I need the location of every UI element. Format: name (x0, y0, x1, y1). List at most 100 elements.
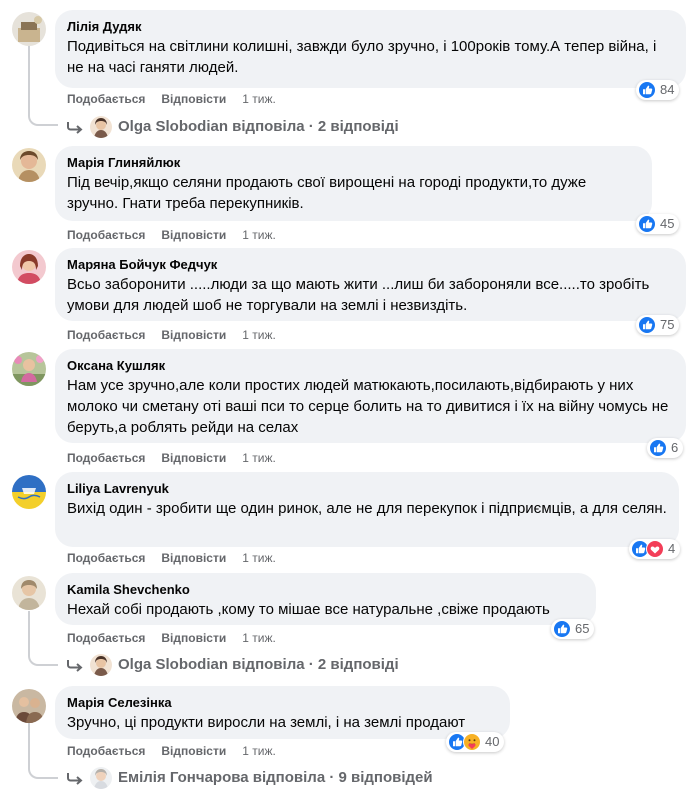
comment-author[interactable]: Марія Селезінка (67, 694, 498, 711)
comment-bubble: Марія Глиняйлюк Під вечір,якщо селяни пр… (55, 146, 652, 221)
replier-avatar (90, 116, 112, 138)
comment-timestamp[interactable]: 1 тиж. (242, 630, 276, 646)
view-replies-link[interactable]: Olga Slobodian відповіла · 2 відповіді (66, 654, 399, 676)
reaction-summary[interactable]: 84 (636, 80, 680, 100)
reply-arrow-icon (67, 122, 83, 134)
like-link[interactable]: Подобається (67, 227, 145, 243)
avatar-photo (12, 352, 46, 386)
reaction-count: 6 (671, 440, 679, 455)
reaction-summary[interactable]: 40 (446, 732, 505, 752)
view-replies-link[interactable]: Емілія Гончарова відповіла · 9 відповіде… (66, 767, 433, 789)
comment-actions: Подобається Відповісти 1 тиж. (67, 550, 276, 566)
like-link[interactable]: Подобається (67, 550, 145, 566)
like-link[interactable]: Подобається (67, 630, 145, 646)
comment-text: Всьо заборонити .....люди за що мають жи… (67, 276, 650, 314)
comment-bubble: Kamila Shevchenko Нехай собі продають ,к… (55, 573, 596, 625)
reply-arrow-icon (67, 660, 83, 672)
avatar-photo (12, 689, 46, 723)
avatar-photo (12, 12, 46, 46)
thread-connector (28, 112, 58, 126)
reaction-count: 75 (660, 317, 675, 332)
comment-text: Нехай собі продають ,кому то мішае все н… (67, 601, 550, 618)
avatar[interactable] (12, 352, 46, 386)
comment-timestamp[interactable]: 1 тиж. (242, 743, 276, 759)
reply-link[interactable]: Відповісти (161, 550, 226, 566)
comment-bubble: Оксана Кушляк Нам усе зручно,але коли пр… (55, 349, 686, 443)
avatar[interactable] (12, 250, 46, 284)
replies-summary: Емілія Гончарова відповіла · 9 відповіде… (118, 769, 433, 786)
like-reaction-icon (553, 620, 571, 638)
comment-timestamp[interactable]: 1 тиж. (242, 227, 276, 243)
reply-link[interactable]: Відповісти (161, 630, 226, 646)
reaction-count: 40 (485, 734, 500, 749)
comment-bubble: Liliya Lavrenyuk Вихід один - зробити ще… (55, 472, 679, 547)
comment-actions: Подобається Відповісти 1 тиж. (67, 630, 276, 646)
avatar-photo (12, 475, 46, 509)
reaction-count: 65 (575, 621, 590, 636)
comment-author[interactable]: Марія Глиняйлюк (67, 154, 640, 171)
comment-text: Вихід один - зробити ще один ринок, але … (67, 500, 667, 517)
reaction-count: 45 (660, 216, 675, 231)
avatar-photo (12, 250, 46, 284)
avatar[interactable] (12, 689, 46, 723)
thread-connector (28, 652, 58, 666)
comment-author[interactable]: Liliya Lavrenyuk (67, 480, 667, 497)
comment-author[interactable]: Маряна Бойчук Федчук (67, 256, 674, 273)
replier-avatar (90, 654, 112, 676)
comment-actions: Подобається Відповісти 1 тиж. (67, 227, 276, 243)
like-reaction-icon (638, 81, 656, 99)
replier-avatar (90, 767, 112, 789)
like-link[interactable]: Подобається (67, 450, 145, 466)
comment-author[interactable]: Лілія Дудяк (67, 18, 674, 35)
avatar[interactable] (12, 576, 46, 610)
comment-text: Зручно, ці продукти виросли на землі, і … (67, 714, 466, 731)
avatar-photo (12, 576, 46, 610)
view-replies-link[interactable]: Olga Slobodian відповіла · 2 відповіді (66, 116, 399, 138)
avatar[interactable] (12, 475, 46, 509)
love-reaction-icon (646, 540, 664, 558)
reply-link[interactable]: Відповісти (161, 327, 226, 343)
like-link[interactable]: Подобається (67, 91, 145, 107)
comment-actions: Подобається Відповісти 1 тиж. (67, 450, 276, 466)
reaction-summary[interactable]: 4 (629, 539, 681, 559)
care-reaction-icon (463, 733, 481, 751)
comment-actions: Подобається Відповісти 1 тиж. (67, 743, 276, 759)
reply-link[interactable]: Відповісти (161, 743, 226, 759)
comment-bubble: Маряна Бойчук Федчук Всьо заборонити ...… (55, 248, 686, 321)
thread-line (28, 723, 30, 765)
reply-link[interactable]: Відповісти (161, 227, 226, 243)
reply-link[interactable]: Відповісти (161, 91, 226, 107)
comment-text: Подивіться на світлини колишні, завжди б… (67, 38, 657, 76)
comment-timestamp[interactable]: 1 тиж. (242, 450, 276, 466)
reaction-summary[interactable]: 45 (636, 214, 680, 234)
comment-author[interactable]: Оксана Кушляк (67, 357, 674, 374)
replies-summary: Olga Slobodian відповіла · 2 відповіді (118, 656, 399, 673)
avatar[interactable] (12, 148, 46, 182)
reply-link[interactable]: Відповісти (161, 450, 226, 466)
comment-author[interactable]: Kamila Shevchenko (67, 581, 584, 598)
comment-bubble: Марія Селезінка Зручно, ці продукти виро… (55, 686, 510, 739)
like-link[interactable]: Подобається (67, 743, 145, 759)
reaction-summary[interactable]: 6 (647, 438, 684, 458)
comment-timestamp[interactable]: 1 тиж. (242, 327, 276, 343)
comment-actions: Подобається Відповісти 1 тиж. (67, 327, 276, 343)
avatar-photo (12, 148, 46, 182)
reaction-summary[interactable]: 65 (551, 619, 595, 639)
comment-timestamp[interactable]: 1 тиж. (242, 91, 276, 107)
reaction-count: 4 (668, 541, 676, 556)
comment-bubble: Лілія Дудяк Подивіться на світлини колиш… (55, 10, 686, 88)
thread-line (28, 611, 30, 652)
like-reaction-icon (638, 316, 656, 334)
like-reaction-icon (649, 439, 667, 457)
reaction-summary[interactable]: 75 (636, 315, 680, 335)
reply-arrow-icon (67, 773, 83, 785)
like-reaction-icon (638, 215, 656, 233)
avatar[interactable] (12, 12, 46, 46)
reaction-count: 84 (660, 82, 675, 97)
comment-timestamp[interactable]: 1 тиж. (242, 550, 276, 566)
like-link[interactable]: Подобається (67, 327, 145, 343)
comment-text: Під вечір,якщо селяни продають свої виро… (67, 174, 587, 212)
thread-line (28, 46, 30, 112)
comment-text: Нам усе зручно,але коли простих людей ма… (67, 377, 669, 436)
comment-actions: Подобається Відповісти 1 тиж. (67, 91, 276, 107)
